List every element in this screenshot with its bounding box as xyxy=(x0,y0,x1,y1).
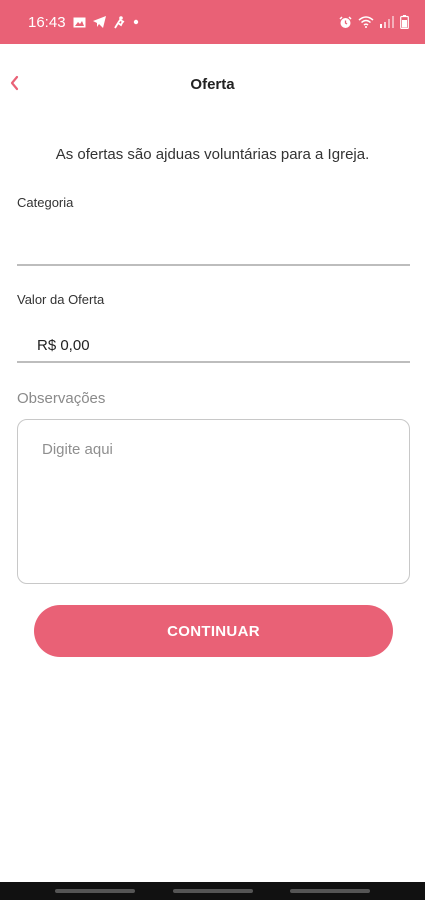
status-right xyxy=(339,15,409,29)
categoria-label: Categoria xyxy=(17,195,74,210)
nav-back-indicator[interactable] xyxy=(290,889,370,893)
nav-home-indicator[interactable] xyxy=(172,889,253,893)
status-bar: 16:43 xyxy=(0,0,425,44)
telegram-icon xyxy=(92,16,106,28)
activity-icon xyxy=(113,15,126,29)
app-header: Oferta xyxy=(0,44,425,128)
status-time: 16:43 xyxy=(28,13,66,31)
status-left: 16:43 xyxy=(28,14,139,31)
dot-icon xyxy=(133,19,139,25)
valor-field[interactable] xyxy=(17,329,410,363)
continue-button[interactable]: CONTINUAR xyxy=(34,605,393,657)
system-nav-bar xyxy=(0,882,425,900)
intro-text: As ofertas são ajduas voluntárias para a… xyxy=(55,146,370,163)
observacoes-textarea[interactable] xyxy=(17,419,410,584)
categoria-field[interactable] xyxy=(17,232,410,266)
battery-icon xyxy=(400,15,409,29)
valor-label: Valor da Oferta xyxy=(17,292,105,307)
page-title: Oferta xyxy=(190,76,235,93)
observacoes-label: Observações xyxy=(17,390,106,407)
gallery-icon xyxy=(73,17,86,28)
signal-icon xyxy=(380,16,394,28)
alarm-icon xyxy=(339,15,352,29)
nav-recent-indicator[interactable] xyxy=(55,889,135,893)
wifi-icon xyxy=(358,16,374,28)
